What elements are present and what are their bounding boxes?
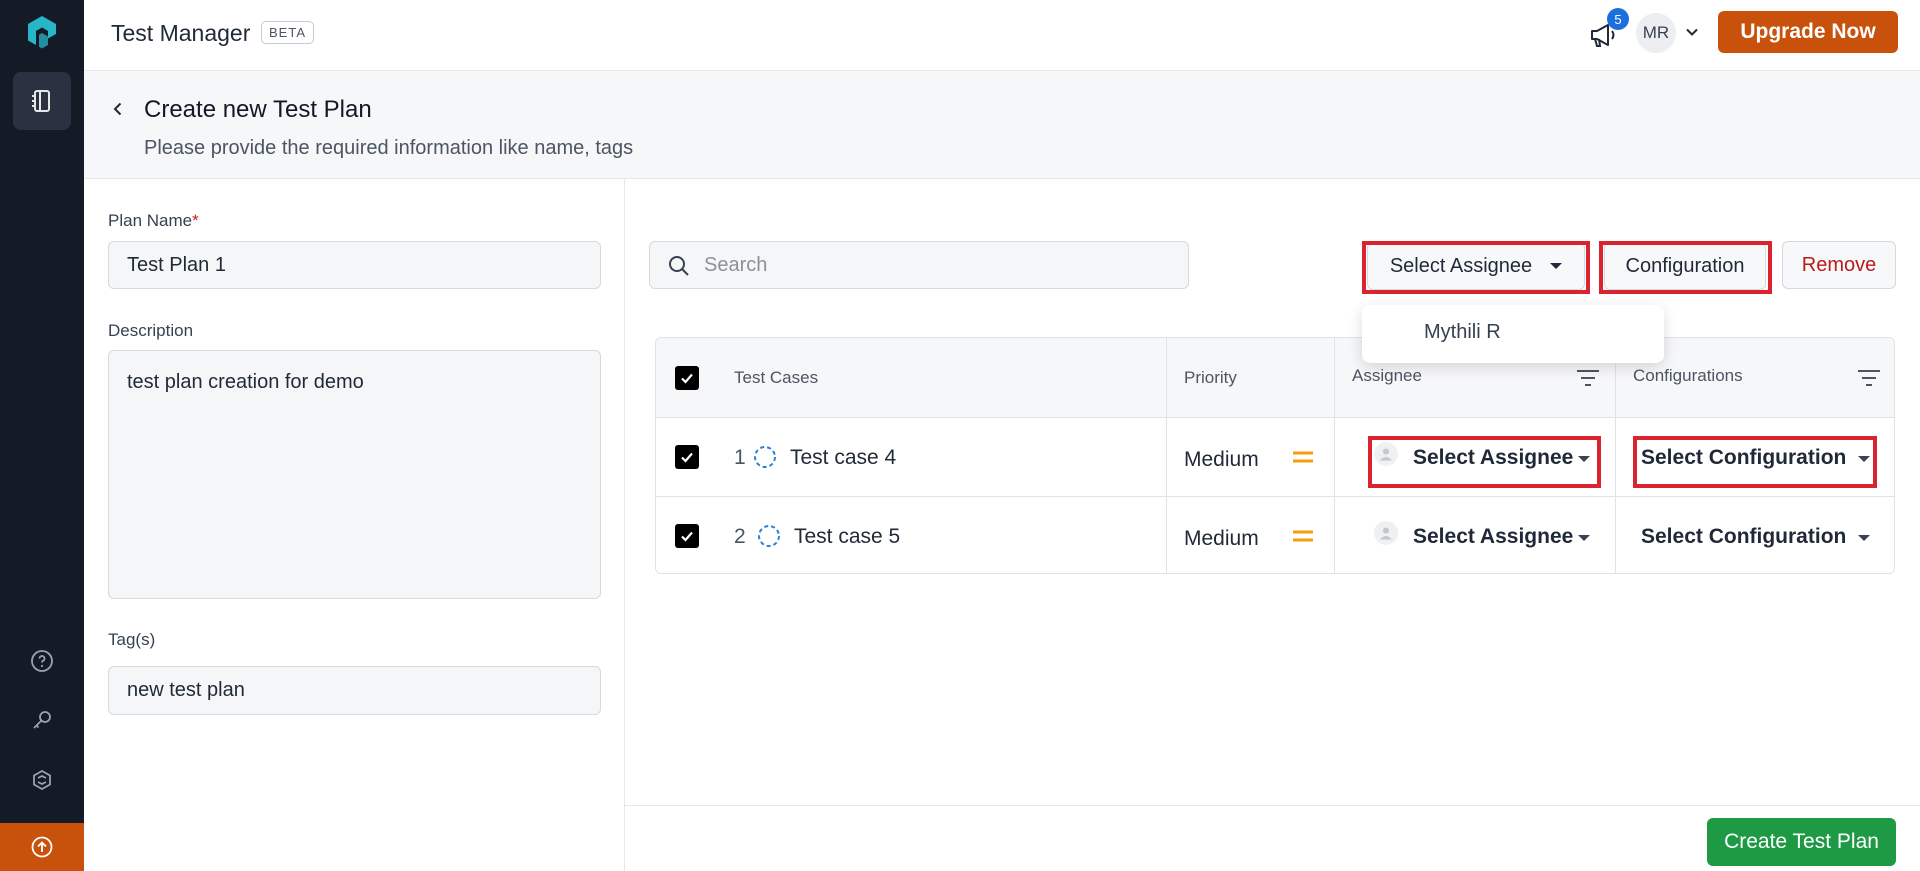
highlight-frame <box>1368 436 1601 488</box>
top-bar: Test Manager BETA 5 MR Upgrade Now <box>84 0 1920 71</box>
back-arrow-icon[interactable] <box>104 95 132 123</box>
plan-details-form: Plan Name* Test Plan 1 Description test … <box>84 179 625 871</box>
assignee-option[interactable]: Mythili R <box>1424 321 1501 344</box>
checkbox-checked-icon[interactable] <box>675 524 699 548</box>
row-configuration-select[interactable]: Select Configuration <box>1641 525 1846 549</box>
caret-down-icon[interactable] <box>1578 535 1590 541</box>
plan-name-input[interactable]: Test Plan 1 <box>108 241 601 289</box>
row-index: 2 <box>734 525 746 548</box>
draft-status-icon <box>753 445 777 474</box>
required-mark: * <box>192 211 199 230</box>
configurations-header[interactable]: Configurations <box>1633 366 1743 386</box>
search-icon <box>668 255 690 282</box>
highlight-frame <box>1362 241 1590 294</box>
column-divider <box>1615 338 1616 573</box>
test-case-name[interactable]: Test case 5 <box>794 525 900 549</box>
checkbox-checked-icon[interactable] <box>675 366 699 390</box>
assignee-header[interactable]: Assignee <box>1352 366 1422 386</box>
person-icon <box>1374 521 1398 545</box>
test-case-name[interactable]: Test case 4 <box>790 446 896 470</box>
table-row[interactable]: 2 Test case 5 Medium Select Assignee Sel… <box>656 497 1894 573</box>
upgrade-now-button[interactable]: Upgrade Now <box>1718 11 1898 53</box>
column-divider <box>1166 338 1167 573</box>
plan-name-label: Plan Name* <box>108 211 199 230</box>
filter-icon[interactable] <box>1856 368 1882 393</box>
priority-header[interactable]: Priority <box>1184 368 1237 388</box>
table-header-row: Test Cases Priority Assignee Configurati… <box>656 338 1894 418</box>
notification-count-badge[interactable]: 5 <box>1607 8 1629 30</box>
search-input[interactable]: Search <box>649 241 1189 289</box>
priority-value: Medium <box>1184 527 1259 550</box>
user-avatar[interactable]: MR <box>1636 13 1676 53</box>
upgrade-arrow-icon[interactable] <box>0 823 84 871</box>
highlight-frame <box>1599 241 1772 294</box>
description-label: Description <box>108 321 194 340</box>
footer-divider <box>625 805 1920 806</box>
caret-down-icon[interactable] <box>1858 535 1870 541</box>
description-textarea[interactable]: test plan creation for demo <box>108 350 601 599</box>
page-title: Create new Test Plan <box>144 96 372 123</box>
priority-medium-icon <box>1292 450 1314 469</box>
row-index: 1 <box>734 446 746 469</box>
checkbox-checked-icon[interactable] <box>675 445 699 469</box>
column-divider <box>1334 338 1335 573</box>
priority-medium-icon <box>1292 529 1314 548</box>
tags-input[interactable]: new test plan <box>108 666 601 715</box>
priority-value: Medium <box>1184 448 1259 471</box>
key-icon[interactable] <box>24 702 60 738</box>
chevron-down-icon[interactable] <box>1684 24 1700 45</box>
left-rail <box>0 0 84 871</box>
test-plans-nav-icon[interactable] <box>13 72 71 130</box>
filter-icon[interactable] <box>1575 368 1601 393</box>
search-placeholder: Search <box>704 254 768 276</box>
test-cases-header[interactable]: Test Cases <box>734 368 818 388</box>
remove-button[interactable]: Remove <box>1782 241 1896 289</box>
beta-badge: BETA <box>261 21 314 44</box>
help-icon[interactable] <box>24 643 60 679</box>
highlight-frame <box>1633 436 1877 488</box>
page-header: Create new Test Plan Please provide the … <box>84 71 1920 179</box>
row-assignee-select[interactable]: Select Assignee <box>1413 525 1573 549</box>
page-subtitle: Please provide the required information … <box>144 137 634 159</box>
create-test-plan-button[interactable]: Create Test Plan <box>1707 818 1896 866</box>
app-logo-icon[interactable] <box>22 12 62 52</box>
tags-label: Tag(s) <box>108 630 156 649</box>
app-title: Test Manager <box>111 20 251 46</box>
assignee-dropdown-menu: Mythili R <box>1362 305 1664 363</box>
draft-status-icon <box>757 524 781 553</box>
integrations-icon[interactable] <box>24 762 60 798</box>
